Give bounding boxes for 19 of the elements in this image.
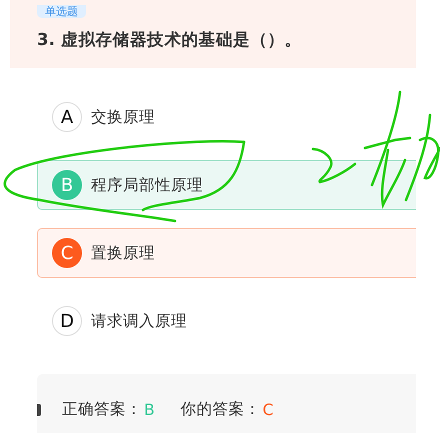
- option-letter: B: [52, 170, 82, 200]
- question-text: 3. 虚拟存储器技术的基础是（）。: [37, 29, 303, 51]
- answer-option[interactable]: B 程序局部性原理: [37, 160, 416, 210]
- option-letter: C: [52, 238, 82, 268]
- question-type-tag: 单选题: [37, 5, 86, 18]
- answer-option[interactable]: D 请求调入原理: [37, 296, 416, 346]
- option-letter: D: [52, 306, 82, 336]
- option-text: 程序局部性原理: [91, 174, 203, 196]
- option-text: 交换原理: [91, 106, 155, 128]
- option-letter: A: [52, 102, 82, 132]
- option-text: 置换原理: [91, 242, 155, 264]
- correct-answer-label: 正确答案：: [62, 399, 142, 420]
- marker-icon: [37, 404, 41, 416]
- answer-option[interactable]: A 交换原理: [37, 92, 416, 142]
- answer-option[interactable]: C 置换原理: [37, 228, 416, 278]
- your-answer-value: C: [262, 400, 274, 418]
- option-text: 请求调入原理: [91, 310, 187, 332]
- correct-answer-value: B: [144, 400, 155, 418]
- your-answer-label: 你的答案：: [180, 399, 261, 420]
